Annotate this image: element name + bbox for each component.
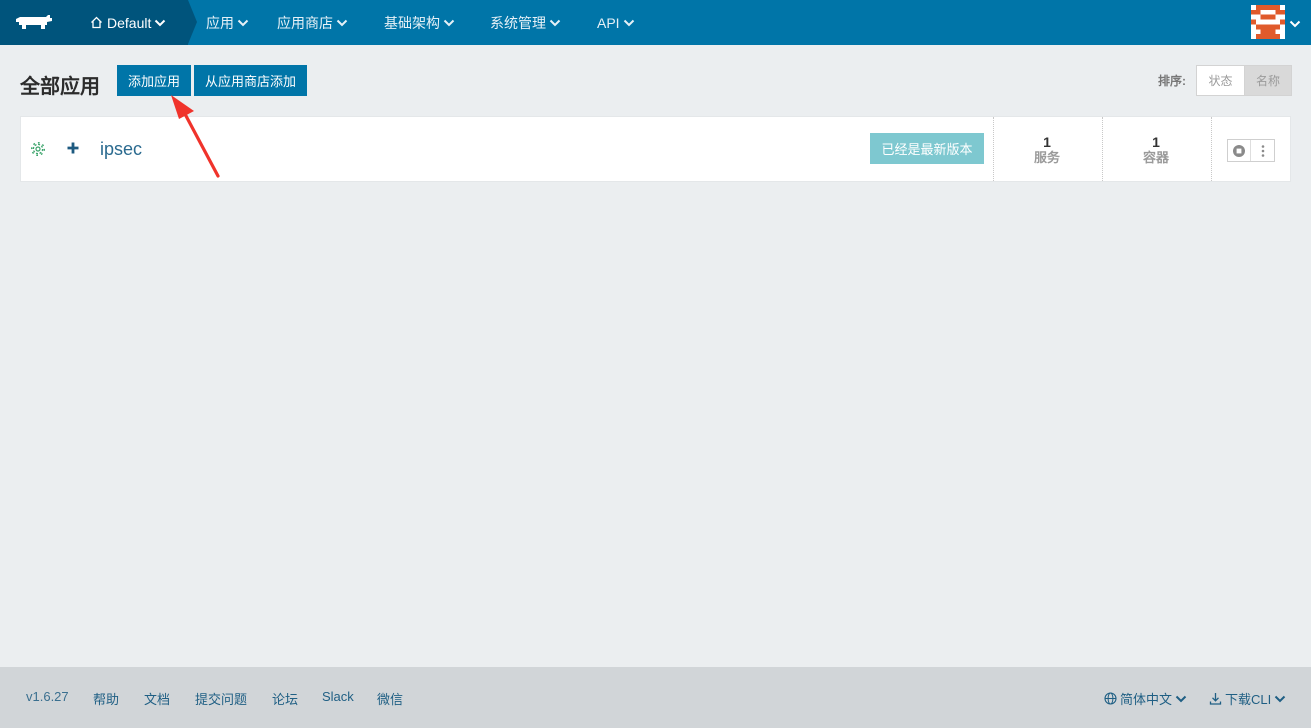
chevron-down-icon bbox=[154, 19, 166, 27]
nav-menu-label: 应用 bbox=[206, 14, 234, 31]
expand-plus-icon[interactable] bbox=[66, 141, 80, 160]
chevron-down-icon bbox=[549, 19, 561, 27]
chevron-down-icon bbox=[336, 19, 348, 27]
footer-link-docs[interactable]: 文档 bbox=[144, 689, 170, 708]
footer-link-slack[interactable]: Slack bbox=[322, 689, 354, 704]
chevron-down-icon[interactable] bbox=[1289, 15, 1301, 33]
chevron-down-icon bbox=[1175, 695, 1187, 703]
upgrade-status-badge: 已经是最新版本 bbox=[870, 133, 984, 164]
chevron-down-icon bbox=[623, 19, 635, 27]
chevron-down-icon bbox=[237, 19, 249, 27]
top-nav: Default 应用 应用商店 基础架构 系统管理 API bbox=[0, 0, 1311, 45]
sort-by-name-button[interactable]: 名称 bbox=[1244, 66, 1291, 95]
nav-menu-label: 基础架构 bbox=[384, 14, 440, 31]
nav-menu-label: 应用商店 bbox=[277, 14, 333, 31]
stack-actions bbox=[1227, 139, 1275, 162]
page-title: 全部应用 bbox=[20, 76, 100, 98]
rancher-logo-icon[interactable] bbox=[0, 0, 68, 45]
nav-menu-label: 系统管理 bbox=[490, 14, 546, 31]
containers-label: 容器 bbox=[1142, 150, 1169, 165]
footer-link-help[interactable]: 帮助 bbox=[93, 689, 119, 708]
environment-switcher[interactable]: Default bbox=[68, 0, 197, 45]
language-selector[interactable]: 简体中文 bbox=[1104, 689, 1187, 708]
annotation-arrow-icon bbox=[171, 95, 220, 178]
gear-icon bbox=[30, 141, 46, 162]
nav-menu-label: API bbox=[597, 14, 620, 31]
globe-icon bbox=[1104, 692, 1117, 705]
nav-menu-admin[interactable]: 系统管理 bbox=[490, 0, 561, 45]
nav-menu-api[interactable]: API bbox=[597, 0, 635, 45]
sort-toggle: 状态 名称 bbox=[1196, 65, 1292, 96]
download-cli-link[interactable]: 下载CLI bbox=[1209, 689, 1286, 708]
user-avatar[interactable] bbox=[1251, 5, 1285, 39]
footer: v1.6.27 帮助 文档 提交问题 论坛 Slack 微信 简体中文 下载CL… bbox=[0, 667, 1311, 728]
stop-button[interactable] bbox=[1228, 140, 1251, 161]
nav-menu-apps[interactable]: 应用 bbox=[206, 0, 249, 45]
services-label: 服务 bbox=[1033, 150, 1060, 165]
nav-menu-catalog[interactable]: 应用商店 bbox=[277, 0, 348, 45]
sort-by-state-button[interactable]: 状态 bbox=[1197, 66, 1244, 95]
footer-link-issue[interactable]: 提交问题 bbox=[195, 689, 247, 708]
stack-name-link[interactable]: ipsec bbox=[100, 139, 142, 160]
column-divider bbox=[1211, 117, 1212, 181]
download-label: 下载CLI bbox=[1225, 692, 1272, 707]
environment-label: Default bbox=[107, 14, 152, 31]
language-label: 简体中文 bbox=[1120, 692, 1173, 707]
sort-label: 排序: bbox=[1158, 74, 1186, 88]
more-actions-icon[interactable] bbox=[1251, 140, 1274, 161]
nav-menu-infrastructure[interactable]: 基础架构 bbox=[384, 0, 455, 45]
download-icon bbox=[1209, 692, 1222, 705]
chevron-down-icon bbox=[443, 19, 455, 27]
containers-count: 1 bbox=[1152, 134, 1160, 150]
version-label: v1.6.27 bbox=[26, 689, 69, 704]
containers-stat[interactable]: 1 容器 bbox=[1102, 134, 1210, 166]
services-count: 1 bbox=[1043, 134, 1051, 150]
footer-link-wechat[interactable]: 微信 bbox=[377, 689, 403, 708]
services-stat[interactable]: 1 服务 bbox=[993, 134, 1101, 166]
chevron-down-icon bbox=[1274, 695, 1286, 703]
home-icon bbox=[90, 16, 103, 29]
footer-link-forum[interactable]: 论坛 bbox=[272, 689, 298, 708]
